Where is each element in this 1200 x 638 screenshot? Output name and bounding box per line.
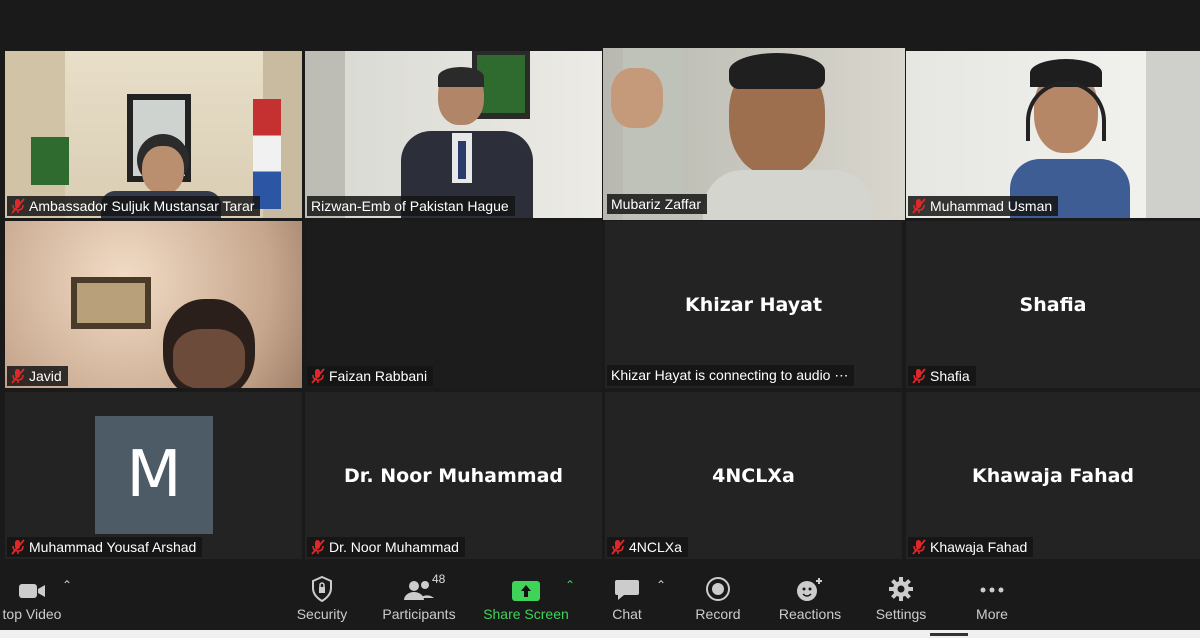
scroll-indicator: [930, 633, 968, 636]
muted-microphone-icon: [311, 368, 325, 384]
participant-nametag: Khawaja Fahad: [908, 537, 1034, 557]
video-feed: [305, 51, 602, 218]
participant-tile[interactable]: 4NCLXa 4NCLXa: [605, 392, 902, 559]
more-button[interactable]: More: [966, 574, 1018, 622]
share-screen-icon: [482, 574, 570, 602]
chat-label: Chat: [612, 606, 642, 622]
muted-microphone-icon: [311, 539, 325, 555]
gear-icon: [870, 574, 932, 602]
participant-name: Khawaja Fahad: [930, 539, 1028, 555]
video-camera-icon: [0, 574, 70, 602]
participant-name: Ambassador Suljuk Mustansar Tarar: [29, 198, 255, 214]
muted-microphone-icon: [11, 198, 25, 214]
participant-tile[interactable]: Dr. Noor Muhammad Dr. Noor Muhammad: [305, 392, 602, 559]
participant-display-name: Khawaja Fahad: [971, 464, 1135, 487]
participant-tile[interactable]: Rizwan-Emb of Pakistan Hague: [305, 51, 602, 218]
muted-microphone-icon: [11, 368, 25, 384]
participant-tile[interactable]: M Muhammad Yousaf Arshad: [5, 392, 302, 559]
chat-options-chevron-icon[interactable]: ⌃: [656, 578, 666, 592]
participant-tile[interactable]: Khawaja Fahad Khawaja Fahad: [906, 392, 1200, 559]
reactions-button[interactable]: Reactions: [776, 574, 844, 622]
chat-button[interactable]: Chat: [600, 574, 654, 622]
participants-icon: [378, 574, 460, 602]
share-screen-button[interactable]: Share Screen: [482, 574, 570, 622]
participant-tile[interactable]: Muhammad Usman: [906, 51, 1200, 218]
participant-name: Faizan Rabbani: [329, 368, 428, 384]
share-options-chevron-icon[interactable]: ⌃: [565, 578, 575, 592]
participant-name: Mubariz Zaffar: [611, 196, 701, 212]
chat-bubble-icon: [600, 574, 654, 602]
participant-display-name: Shafia: [1019, 293, 1087, 316]
participant-nametag: Dr. Noor Muhammad: [307, 537, 465, 557]
participant-nametag: Javid: [7, 366, 68, 386]
security-label: Security: [296, 606, 348, 622]
participant-name: Rizwan-Emb of Pakistan Hague: [311, 198, 509, 214]
participants-count: 48: [432, 572, 446, 586]
participant-display-name: Dr. Noor Muhammad: [343, 464, 564, 487]
participant-nametag: Ambassador Suljuk Mustansar Tarar: [7, 196, 261, 216]
smiley-plus-icon: [776, 574, 844, 602]
reactions-label: Reactions: [778, 606, 842, 622]
video-feed: [5, 221, 302, 388]
participant-name: Muhammad Yousaf Arshad: [29, 539, 197, 555]
muted-microphone-icon: [611, 539, 625, 555]
participants-button[interactable]: Participants: [378, 574, 460, 622]
participant-tile[interactable]: Khizar Hayat Khizar Hayat is connecting …: [605, 221, 902, 388]
participants-label: Participants: [382, 606, 456, 622]
participant-tile-active-speaker[interactable]: Mubariz Zaffar: [603, 48, 905, 220]
settings-label: Settings: [875, 606, 927, 622]
meeting-toolbar: top Video ⌃ Security Participants 48 Sha…: [0, 570, 1200, 638]
shield-icon: [286, 574, 358, 602]
participant-name: Shafia: [930, 368, 970, 384]
record-button[interactable]: Record: [690, 574, 746, 622]
security-button[interactable]: Security: [286, 574, 358, 622]
stop-video-button[interactable]: top Video: [0, 574, 70, 622]
participant-tile[interactable]: Faizan Rabbani: [305, 221, 602, 388]
window-bottom-edge: [0, 630, 1200, 638]
participant-nametag: Faizan Rabbani: [307, 366, 434, 386]
participant-nametag: Mubariz Zaffar: [607, 194, 707, 214]
stop-video-label: top Video: [2, 606, 62, 622]
record-label: Record: [695, 606, 741, 622]
participant-name: 4NCLXa: [629, 539, 682, 555]
participant-nametag: Shafia: [908, 366, 976, 386]
participant-nametag: Khizar Hayat is connecting to audio ⋯: [607, 365, 855, 386]
video-feed: [5, 51, 302, 218]
participant-tile[interactable]: Ambassador Suljuk Mustansar Tarar: [5, 51, 302, 218]
avatar: M: [95, 416, 213, 534]
participant-nametag: Rizwan-Emb of Pakistan Hague: [307, 196, 515, 216]
settings-button[interactable]: Settings: [870, 574, 932, 622]
participant-name: Dr. Noor Muhammad: [329, 539, 459, 555]
record-icon: [690, 574, 746, 602]
video-feed: [906, 51, 1200, 218]
participant-display-name: Khizar Hayat: [684, 293, 823, 316]
participant-name: Khizar Hayat is connecting to audio ⋯: [611, 367, 849, 383]
share-screen-label: Share Screen: [483, 606, 569, 622]
participant-name: Javid: [29, 368, 62, 384]
participant-tile[interactable]: Shafia Shafia: [906, 221, 1200, 388]
muted-microphone-icon: [11, 539, 25, 555]
video-grid: Ambassador Suljuk Mustansar Tarar Rizwan…: [0, 0, 1200, 570]
participant-name: Muhammad Usman: [930, 198, 1053, 214]
video-options-chevron-icon[interactable]: ⌃: [62, 578, 72, 592]
participant-nametag: Muhammad Yousaf Arshad: [7, 537, 203, 557]
participant-display-name: 4NCLXa: [712, 464, 795, 487]
muted-microphone-icon: [912, 368, 926, 384]
more-label: More: [976, 606, 1008, 622]
muted-microphone-icon: [912, 198, 926, 214]
participant-nametag: Muhammad Usman: [908, 196, 1059, 216]
participant-tile[interactable]: Javid: [5, 221, 302, 388]
participant-nametag: 4NCLXa: [607, 537, 688, 557]
ellipsis-icon: [966, 574, 1018, 602]
muted-microphone-icon: [912, 539, 926, 555]
